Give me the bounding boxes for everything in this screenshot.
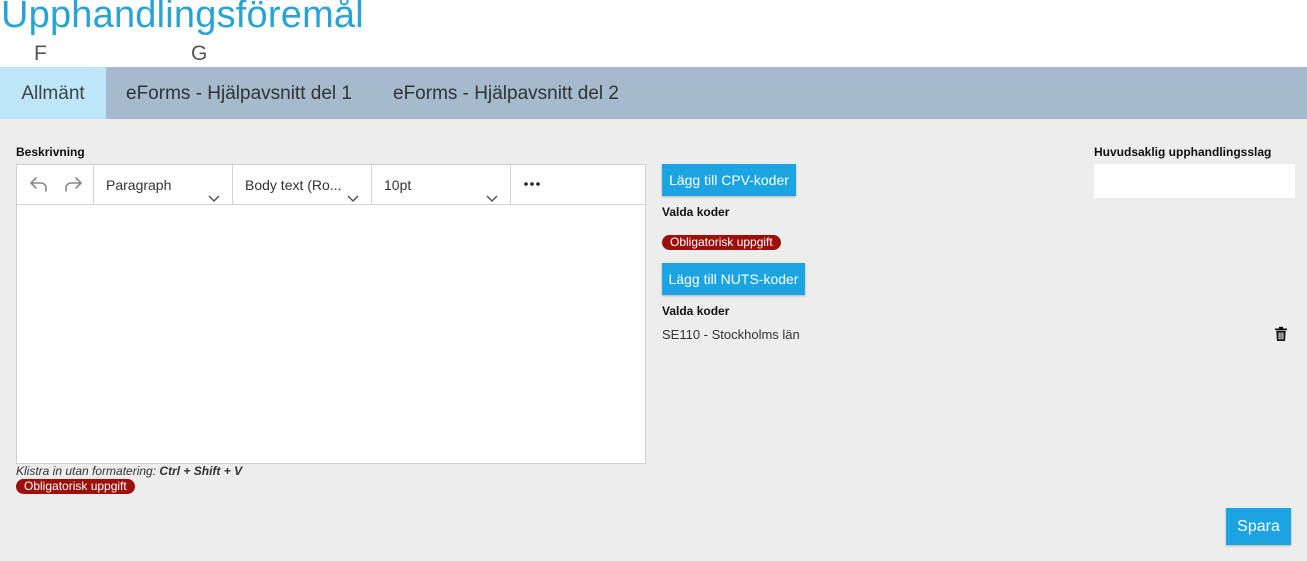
font-family-value: Body text (Ro... — [245, 177, 342, 193]
font-size-value: 10pt — [384, 177, 412, 193]
tab-eforms-del-2[interactable]: eForms - Hjälpavsnitt del 2 — [393, 67, 619, 119]
page-title: Upphandlingsföremål — [1, 0, 364, 36]
add-cpv-codes-button[interactable]: Lägg till CPV-koder — [662, 164, 796, 196]
save-button[interactable]: Spara — [1226, 508, 1291, 545]
font-size-select[interactable]: 10pt — [372, 165, 510, 204]
editor-toolbar: Paragraph Body text (Ro... 10pt — [17, 165, 645, 205]
trash-icon[interactable] — [1274, 326, 1288, 342]
cpv-selected-label: Valda koder — [662, 205, 730, 219]
required-badge: Obligatorisk uppgift — [16, 479, 135, 494]
key-hint-f: F — [34, 42, 47, 65]
editor-content-area[interactable] — [17, 205, 645, 463]
paste-hint-shortcut: Ctrl + Shift + V — [159, 464, 243, 478]
redo-icon[interactable] — [60, 172, 86, 196]
paste-hint-text: Klistra in utan formatering: — [16, 464, 160, 478]
more-icon[interactable] — [519, 172, 545, 196]
tab-bar: Allmänt eForms - Hjälpavsnitt del 1 eFor… — [0, 67, 1307, 119]
tab-allmant[interactable]: Allmänt — [0, 67, 106, 119]
toolbar-divider — [510, 165, 511, 204]
nuts-selected-label: Valda koder — [662, 304, 730, 318]
description-label: Beskrivning — [16, 145, 85, 159]
tab-eforms-del-1[interactable]: eForms - Hjälpavsnitt del 1 — [126, 67, 352, 119]
paste-hint: Klistra in utan formatering: Ctrl + Shif… — [16, 464, 242, 478]
block-format-value: Paragraph — [106, 177, 172, 193]
page-header: Upphandlingsföremål F G — [0, 0, 1307, 67]
undo-icon[interactable] — [26, 172, 52, 196]
add-nuts-codes-button[interactable]: Lägg till NUTS-koder — [662, 263, 805, 295]
block-format-select[interactable]: Paragraph — [94, 165, 232, 204]
font-family-select[interactable]: Body text (Ro... — [233, 165, 371, 204]
rich-text-editor: Paragraph Body text (Ro... 10pt — [16, 164, 646, 464]
required-badge: Obligatorisk uppgift — [662, 235, 781, 250]
procurement-type-label: Huvudsaklig upphandlingsslag — [1094, 145, 1272, 159]
procurement-type-input[interactable] — [1094, 164, 1295, 198]
key-hint-g: G — [191, 42, 208, 65]
nuts-code-item: SE110 - Stockholms län — [662, 327, 800, 342]
